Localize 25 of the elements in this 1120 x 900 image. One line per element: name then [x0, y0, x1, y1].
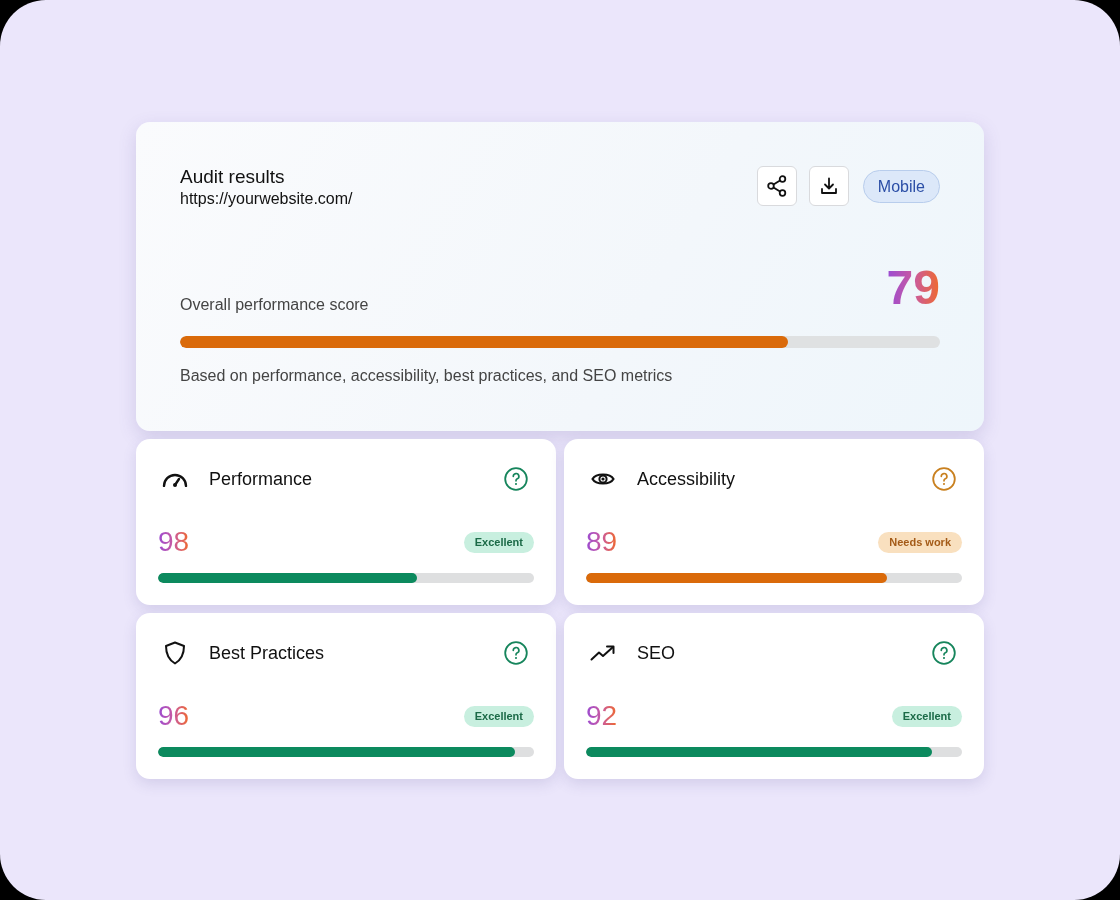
category-title: Accessibility	[637, 468, 737, 490]
trend-arrow-icon	[590, 645, 616, 661]
device-badge: Mobile	[862, 169, 940, 203]
help-icon[interactable]	[932, 641, 956, 665]
score-note: Based on performance, accessibility, best practices, and SEO metrics	[180, 366, 674, 386]
rating-badge: Excellent	[463, 705, 534, 727]
help-icon[interactable]	[932, 467, 956, 491]
share-icon	[766, 175, 787, 197]
share-button[interactable]	[756, 166, 797, 206]
audit-title: Audit results	[180, 166, 286, 188]
download-icon	[819, 177, 838, 195]
category-title: Best Practices	[209, 642, 326, 664]
gauge-icon	[162, 471, 188, 487]
score-label: Overall performance score	[180, 295, 369, 315]
rating-badge: Excellent	[891, 705, 962, 727]
category-title: Performance	[209, 468, 314, 490]
rating-badge: Excellent	[463, 531, 534, 553]
shield-icon	[164, 641, 186, 665]
audited-url: https://yourwebsite.com/	[180, 189, 353, 209]
help-icon[interactable]	[504, 467, 528, 491]
eye-icon	[591, 471, 615, 487]
category-title: SEO	[637, 642, 676, 664]
rating-badge: Needs work	[878, 531, 962, 553]
download-button[interactable]	[808, 166, 849, 206]
help-icon[interactable]	[504, 641, 528, 665]
